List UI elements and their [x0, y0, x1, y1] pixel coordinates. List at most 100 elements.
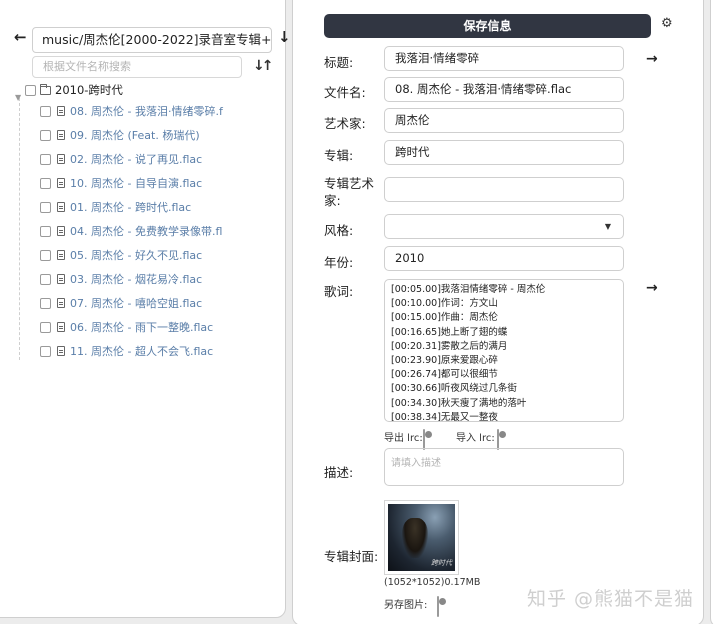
lyric-line: [00:16.65]她上断了翅的蝶: [391, 326, 508, 338]
album-artist-label-line2: 家:: [324, 193, 341, 208]
album-artist-field[interactable]: [384, 177, 624, 202]
file-icon: [57, 154, 65, 164]
file-name: 01. 周杰伦 - 跨时代.flac: [70, 201, 192, 214]
file-name: 05. 周杰伦 - 好久不见.flac: [70, 249, 203, 262]
cover-art: 跨时代: [388, 504, 455, 571]
file-name: 11. 周杰伦 - 超人不会飞.flac: [70, 345, 214, 358]
save-image-label: 另存图片:: [384, 600, 428, 611]
file-search-input[interactable]: 根据文件名称搜索: [32, 56, 242, 78]
file-checkbox[interactable]: [40, 201, 51, 213]
file-checkbox[interactable]: [40, 153, 51, 165]
tree-file-row[interactable]: 07. 周杰伦 - 嘻哈空姐.flac: [40, 295, 202, 311]
filename-label: 文件名:: [324, 85, 366, 100]
filename-field[interactable]: 08. 周杰伦 - 我落泪·情绪零碎.flac: [384, 77, 624, 102]
description-textarea[interactable]: 请填入描述: [384, 448, 624, 486]
tree-guide-line: [19, 98, 20, 360]
file-icon: [57, 250, 65, 260]
folder-path-field[interactable]: music/周杰伦[2000-2022]录音室专辑+EP合集: [32, 27, 272, 53]
apply-lyrics-arrow-icon[interactable]: →: [646, 280, 658, 296]
album-label: 专辑:: [324, 148, 354, 163]
file-name: 06. 周杰伦 - 雨下一整晚.flac: [70, 321, 214, 334]
file-icon: [57, 346, 65, 356]
file-icon: [57, 322, 65, 332]
year-label: 年份:: [324, 255, 354, 270]
album-cover-image[interactable]: 跨时代: [384, 500, 459, 575]
file-icon: [57, 130, 65, 140]
file-icon: [57, 298, 65, 308]
tree-file-row[interactable]: 01. 周杰伦 - 跨时代.flac: [40, 199, 191, 215]
tree-folder-row[interactable]: 2010-跨时代: [25, 82, 123, 98]
cover-figure: [402, 518, 428, 558]
lyric-line: [00:15.00]作曲：周杰伦: [391, 312, 498, 324]
file-icon: [57, 106, 65, 116]
file-name: 10. 周杰伦 - 自导自演.flac: [70, 177, 203, 190]
tree-file-row[interactable]: 02. 周杰伦 - 说了再见.flac: [40, 151, 202, 167]
export-lrc-toggle[interactable]: [423, 429, 425, 450]
open-folder-arrow-icon[interactable]: ↓: [278, 28, 291, 46]
folder-checkbox[interactable]: [25, 84, 36, 96]
file-checkbox[interactable]: [40, 297, 51, 309]
file-name: 07. 周杰伦 - 嘻哈空姐.flac: [70, 297, 203, 310]
file-name: 04. 周杰伦 - 免费教学录像带.fl: [70, 225, 223, 238]
gear-icon[interactable]: ⚙: [661, 16, 673, 31]
chevron-down-icon: ▼: [604, 222, 611, 231]
file-checkbox[interactable]: [40, 249, 51, 261]
lyric-line: [00:10.00]作词：方文山: [391, 298, 498, 310]
file-checkbox[interactable]: [40, 225, 51, 237]
cover-info: (1052*1052)0.17MB: [384, 577, 481, 588]
import-lrc-toggle[interactable]: [497, 429, 499, 450]
file-name: 02. 周杰伦 - 说了再见.flac: [70, 153, 203, 166]
file-name: 09. 周杰伦 (Feat. 杨瑞代): [70, 129, 200, 142]
genre-select[interactable]: ▼: [384, 214, 624, 239]
lyric-line: [00:34.30]秋天瘦了满地的落叶: [391, 397, 527, 409]
file-checkbox[interactable]: [40, 129, 51, 141]
tree-file-row[interactable]: 04. 周杰伦 - 免费教学录像带.fl: [40, 223, 222, 239]
lyric-line: [00:20.31]雾散之后的满月: [391, 340, 508, 352]
sort-toggle-icon[interactable]: ↓↑: [253, 58, 274, 74]
folder-icon: [40, 83, 51, 95]
import-lrc-label: 导入 lrc:: [456, 433, 495, 444]
title-label: 标题:: [324, 55, 354, 70]
save-image-toggle[interactable]: [437, 596, 439, 617]
file-checkbox[interactable]: [40, 105, 51, 117]
save-info-button[interactable]: 保存信息: [324, 14, 651, 38]
tree-file-row[interactable]: 06. 周杰伦 - 雨下一整晚.flac: [40, 319, 213, 335]
genre-label: 风格:: [324, 223, 354, 238]
adjacent-panel-edge: [710, 0, 720, 624]
tree-file-row[interactable]: 03. 周杰伦 - 烟花易冷.flac: [40, 271, 202, 287]
tree-file-row[interactable]: 11. 周杰伦 - 超人不会飞.flac: [40, 343, 213, 359]
artist-label: 艺术家:: [324, 116, 366, 131]
tree-file-row[interactable]: 05. 周杰伦 - 好久不见.flac: [40, 247, 202, 263]
lyrics-label: 歌词:: [324, 284, 354, 299]
file-name: 08. 周杰伦 - 我落泪·情绪零碎.f: [70, 105, 223, 118]
lyric-line: [00:30.66]听夜风绕过几条街: [391, 383, 517, 395]
file-icon: [57, 226, 65, 236]
caret-down-icon[interactable]: ▼: [15, 93, 21, 102]
artist-field[interactable]: 周杰伦: [384, 108, 624, 133]
file-icon: [57, 202, 65, 212]
lyric-line: [00:05.00]我落泪情绪零碎 - 周杰伦: [391, 284, 546, 295]
lyric-line: [00:26.74]都可以很细节: [391, 369, 498, 381]
file-checkbox[interactable]: [40, 345, 51, 357]
folder-name: 2010-跨时代: [55, 83, 123, 97]
tree-file-row[interactable]: 10. 周杰伦 - 自导自演.flac: [40, 175, 202, 191]
lyric-line: [00:23.90]原来爱跟心碎: [391, 355, 498, 367]
back-arrow-icon[interactable]: ←: [14, 28, 27, 46]
tree-file-row[interactable]: 08. 周杰伦 - 我落泪·情绪零碎.f: [40, 103, 223, 119]
description-label: 描述:: [324, 465, 354, 480]
year-field[interactable]: 2010: [384, 246, 624, 271]
file-checkbox[interactable]: [40, 273, 51, 285]
title-field[interactable]: 我落泪·情绪零碎: [384, 46, 624, 71]
file-name: 03. 周杰伦 - 烟花易冷.flac: [70, 273, 203, 286]
lyrics-textarea[interactable]: [00:05.00]我落泪情绪零碎 - 周杰伦 [00:10.00]作词：方文山…: [384, 279, 624, 422]
lyric-line: [00:38.34]无最又一整夜: [391, 411, 498, 422]
file-icon: [57, 178, 65, 188]
file-checkbox[interactable]: [40, 177, 51, 189]
watermark: 知乎 @熊猫不是猫: [527, 588, 695, 610]
file-checkbox[interactable]: [40, 321, 51, 333]
album-field[interactable]: 跨时代: [384, 140, 624, 165]
apply-title-arrow-icon[interactable]: →: [646, 51, 658, 67]
tree-file-row[interactable]: 09. 周杰伦 (Feat. 杨瑞代): [40, 127, 200, 143]
cover-label: 专辑封面:: [324, 549, 379, 564]
file-icon: [57, 274, 65, 284]
